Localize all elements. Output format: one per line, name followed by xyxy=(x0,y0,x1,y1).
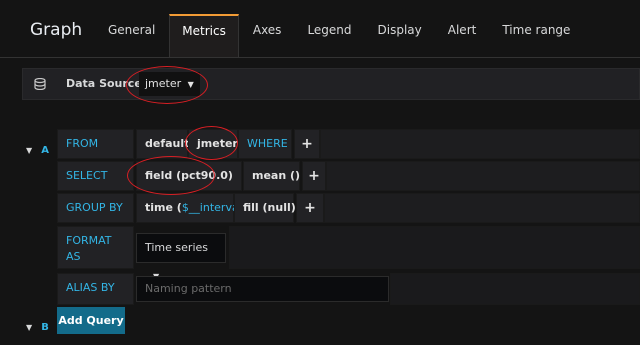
tab-general[interactable]: General xyxy=(96,14,167,46)
tab-axes[interactable]: Axes xyxy=(241,14,294,46)
panel-editor-header: Graph General Metrics Axes Legend Displa… xyxy=(0,0,640,58)
header-divider xyxy=(0,57,640,58)
format-as-value: Time series xyxy=(145,241,208,254)
group-by-row-filler xyxy=(324,193,640,223)
add-group-by-button[interactable]: + xyxy=(296,193,324,223)
select-row-filler xyxy=(326,161,640,191)
database-icon xyxy=(34,78,46,90)
annotation-circle-field xyxy=(127,156,215,195)
panel-type-title: Graph xyxy=(30,20,83,40)
tab-metrics[interactable]: Metrics xyxy=(169,14,239,58)
aggregation-function[interactable]: mean () xyxy=(243,161,300,191)
alias-pattern-input[interactable]: Naming pattern xyxy=(136,276,389,302)
retention-policy[interactable]: default xyxy=(136,129,189,159)
tab-display[interactable]: Display xyxy=(366,14,434,46)
query-a-select-row: SELECT field (pct90.0) mean () + xyxy=(22,161,640,191)
format-as-select[interactable]: Time series ▼ xyxy=(136,233,226,281)
editor-tabs: General Metrics Axes Legend Display Aler… xyxy=(96,14,584,58)
query-b-letter: B xyxy=(41,322,49,333)
group-by-time-prefix: time ( xyxy=(145,201,182,214)
collapse-query-b-icon[interactable]: ▼ B xyxy=(26,315,49,334)
format-row-filler xyxy=(229,226,640,269)
format-as-label-line1: FORMAT xyxy=(66,234,112,247)
query-a-groupby-row: GROUP BY time ($__interval) fill (null) … xyxy=(22,193,640,223)
tab-alert[interactable]: Alert xyxy=(436,14,489,46)
group-by-time[interactable]: time ($__interval) xyxy=(136,193,247,223)
interval-variable: $__interval xyxy=(181,201,242,214)
tab-legend[interactable]: Legend xyxy=(295,14,363,46)
where-keyword[interactable]: WHERE xyxy=(238,129,292,159)
add-where-button[interactable]: + xyxy=(294,129,320,159)
datasource-row: Data Source jmeter ▼ xyxy=(22,68,640,100)
collapse-query-a-icon[interactable]: ▼ A xyxy=(26,138,49,157)
alias-row-filler xyxy=(390,273,640,305)
format-as-label-line2: AS xyxy=(66,250,81,263)
group-by-keyword: GROUP BY xyxy=(57,193,134,223)
from-keyword: FROM xyxy=(57,129,134,159)
from-row-filler xyxy=(320,129,640,159)
fill-option[interactable]: fill (null) xyxy=(234,193,296,223)
annotation-circle-measurement xyxy=(185,126,238,160)
query-a-letter: A xyxy=(41,145,49,156)
query-a-from-row: ▼ A FROM default jmeter WHERE + xyxy=(22,129,640,159)
alias-by-keyword: ALIAS BY xyxy=(57,273,134,305)
add-query-button[interactable]: Add Query xyxy=(57,307,125,334)
select-keyword: SELECT xyxy=(57,161,134,191)
annotation-circle-datasource xyxy=(126,66,208,104)
tab-time-range[interactable]: Time range xyxy=(490,14,582,46)
query-a-format-row: FORMAT AS xyxy=(22,226,640,269)
format-as-keyword: FORMAT AS xyxy=(57,226,134,269)
add-select-button[interactable]: + xyxy=(302,161,326,191)
